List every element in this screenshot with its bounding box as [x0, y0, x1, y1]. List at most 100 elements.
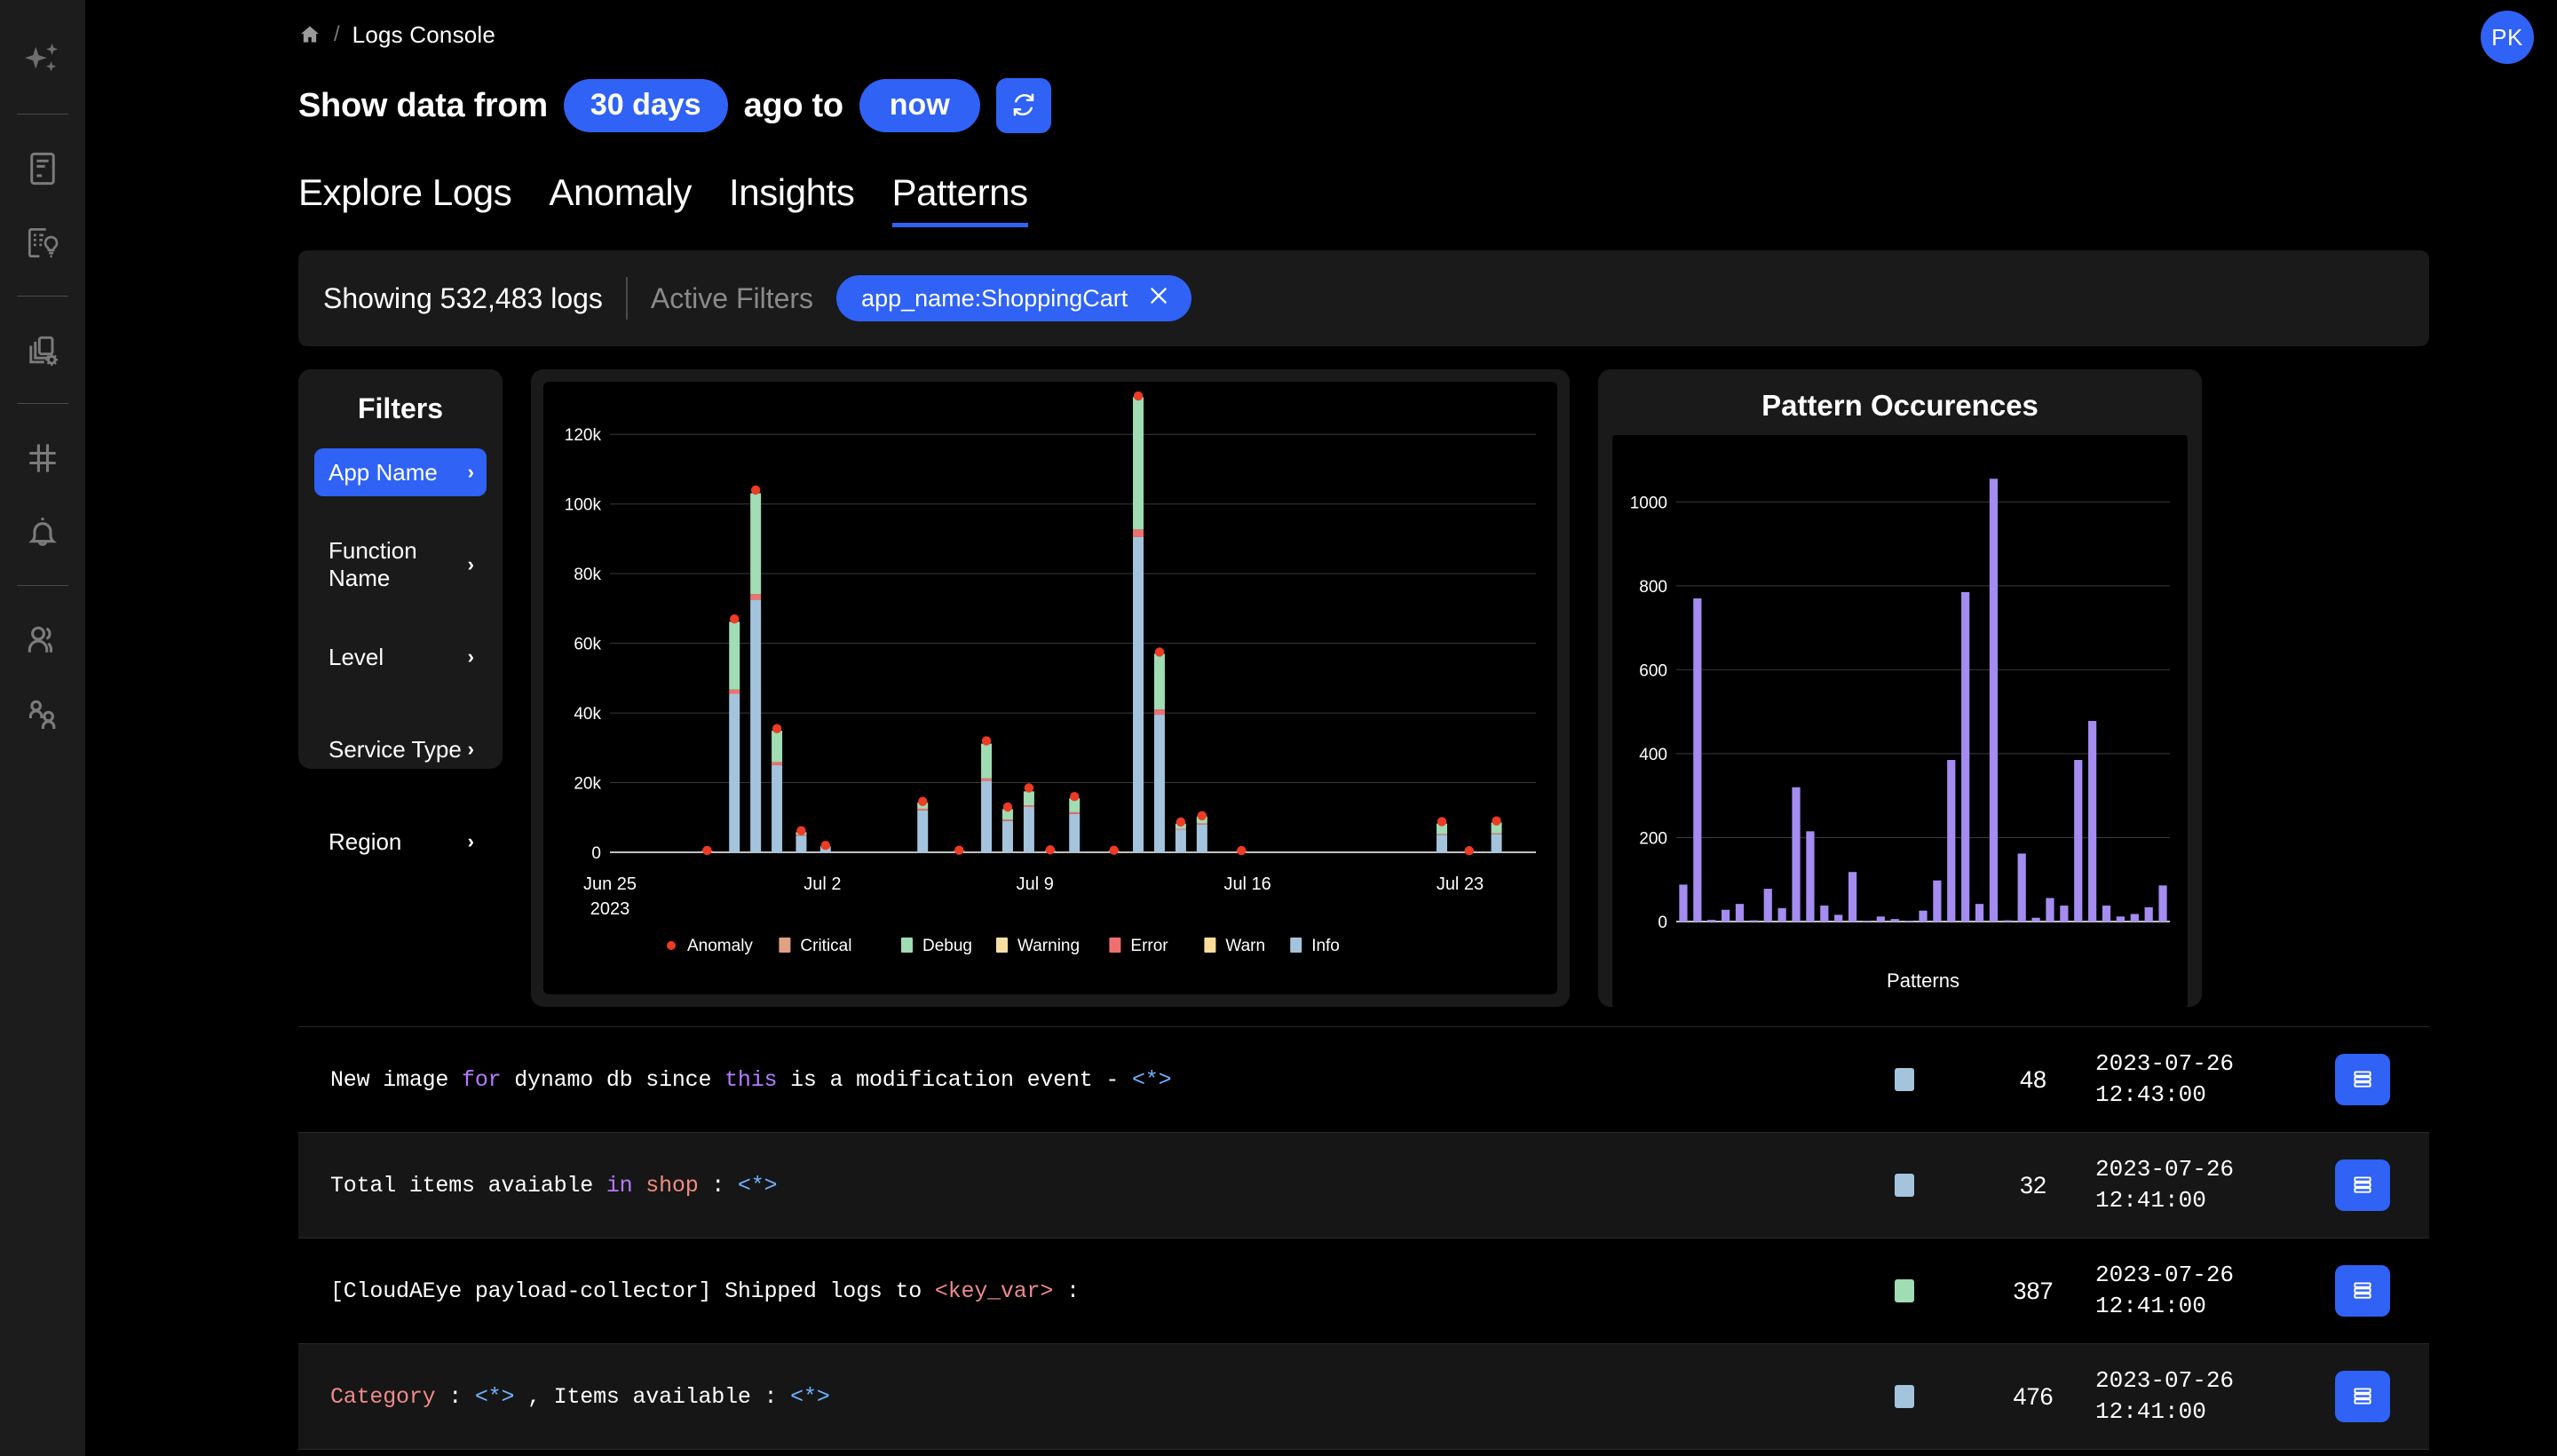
- filter-item-app-name[interactable]: App Name ›: [314, 448, 487, 496]
- sidebar-item-alerts[interactable]: [12, 502, 74, 564]
- log-date: 2023-07-26: [2095, 1155, 2235, 1183]
- log-message: Category : <*> , Items available : <*>: [330, 1384, 1838, 1410]
- chevron-right-icon: ›: [467, 645, 474, 668]
- tab-explore-logs[interactable]: Explore Logs: [298, 171, 512, 227]
- log-level-cell: [1838, 1279, 1971, 1302]
- pattern-occurences-card: Pattern Occurences 0 200 400 600 800 1000 Patt…: [1598, 369, 2202, 1008]
- list-icon: [2351, 1278, 2374, 1304]
- status-badge: [1895, 1174, 1914, 1197]
- home-icon[interactable]: [298, 23, 321, 46]
- filter-item-service-type[interactable]: Service Type ›: [314, 725, 487, 773]
- svg-text:Info: Info: [1311, 937, 1340, 955]
- log-level-cell: [1838, 1385, 1971, 1408]
- svg-text:1000: 1000: [1630, 494, 1667, 512]
- table-row[interactable]: Category : <*> , Items available : <*> 4…: [298, 1344, 2429, 1449]
- sidebar-item-metrics[interactable]: [12, 427, 74, 489]
- log-timestamp: 2023-07-26 12:41:00: [2095, 1365, 2300, 1428]
- row-detail-button[interactable]: [2335, 1371, 2390, 1422]
- svg-text:600: 600: [1639, 661, 1667, 680]
- time-range-middle-label: ago to: [743, 86, 843, 124]
- log-token: Category: [330, 1383, 436, 1410]
- filter-item-function-name[interactable]: Function Name ›: [314, 537, 487, 591]
- log-token: <*>: [474, 1383, 515, 1410]
- breadcrumb-separator: /: [334, 22, 340, 46]
- close-icon[interactable]: [1147, 284, 1170, 313]
- svg-text:2023: 2023: [590, 899, 630, 919]
- summary-divider: [625, 277, 628, 320]
- active-filter-chip[interactable]: app_name:ShoppingCart: [836, 275, 1192, 321]
- sidebar-item-insights[interactable]: [12, 212, 74, 274]
- bell-icon: [23, 513, 62, 552]
- log-token: <*>: [737, 1172, 778, 1199]
- table-row[interactable]: Total items avaiable in shop : <*> 32 20…: [298, 1133, 2429, 1238]
- time-range-to-button[interactable]: now: [859, 79, 980, 132]
- time-range-controls: Show data from 30 days ago to now: [85, 73, 2557, 138]
- sidebar-item-teams[interactable]: [12, 609, 74, 671]
- log-volume-chart[interactable]: 0 20k 40k 60k 80k 100k 120k Jun 25 2023 Jul 2 Jul …: [543, 382, 1557, 994]
- svg-text:0: 0: [1658, 914, 1667, 932]
- sidebar-item-resources[interactable]: [12, 320, 74, 382]
- sidebar-item-accounts[interactable]: [12, 684, 74, 746]
- svg-text:Error: Error: [1130, 937, 1168, 955]
- filters-panel: Filters App Name › Function Name › Level…: [298, 369, 503, 855]
- filter-item-label: Service Type: [329, 735, 462, 763]
- avatar[interactable]: PK: [2481, 11, 2534, 64]
- chevron-right-icon: ›: [467, 553, 474, 575]
- svg-text:0: 0: [591, 844, 601, 863]
- table-row[interactable]: [CloudAEye payload-collector] Shipped lo…: [298, 1238, 2429, 1343]
- table-row[interactable]: New image for dynamo db since this is a …: [298, 1027, 2429, 1132]
- log-count: 32: [2019, 1171, 2047, 1199]
- log-token: , Items available :: [514, 1383, 791, 1410]
- breadcrumb-current: Logs Console: [352, 20, 496, 48]
- svg-text:120k: 120k: [565, 426, 602, 445]
- tab-anomaly[interactable]: Anomaly: [549, 171, 692, 227]
- svg-text:400: 400: [1639, 746, 1667, 764]
- log-count: 48: [2019, 1065, 2047, 1093]
- filter-item-region[interactable]: Region ›: [314, 818, 487, 866]
- refresh-button[interactable]: [995, 78, 1051, 133]
- pattern-occurences-chart[interactable]: 0 200 400 600 800 1000 Patterns: [1612, 435, 2188, 1008]
- pattern-occurences-svg: 0 200 400 600 800 1000 Patterns: [1630, 479, 2170, 992]
- tab-patterns[interactable]: Patterns: [891, 171, 1028, 227]
- log-token: Total items avaiable: [330, 1172, 606, 1199]
- status-badge: [1895, 1385, 1914, 1408]
- log-token: <*>: [1132, 1066, 1172, 1093]
- status-badge: [1895, 1279, 1914, 1302]
- log-level-cell: [1838, 1174, 1971, 1197]
- filter-summary-bar: Showing 532,483 logs Active Filters app_…: [298, 250, 2429, 346]
- sidebar-divider-1: [17, 114, 68, 115]
- row-detail-button[interactable]: [2335, 1054, 2390, 1105]
- filter-item-label: Region: [329, 827, 402, 855]
- active-filter-chip-label: app_name:ShoppingCart: [861, 284, 1128, 312]
- svg-text:Anomaly: Anomaly: [687, 937, 753, 955]
- row-detail-button[interactable]: [2335, 1265, 2390, 1317]
- svg-text:20k: 20k: [574, 775, 601, 794]
- log-token: :: [1053, 1278, 1080, 1304]
- log-token: New image: [330, 1066, 463, 1093]
- svg-text:Jul 2: Jul 2: [804, 874, 841, 894]
- svg-text:100k: 100k: [565, 496, 602, 515]
- chevron-right-icon: ›: [467, 461, 474, 483]
- log-token: <*>: [790, 1383, 830, 1410]
- svg-text:Warning: Warning: [1017, 937, 1080, 955]
- tab-insights[interactable]: Insights: [729, 171, 855, 227]
- sidebar-item-ai-assistant[interactable]: [12, 30, 74, 92]
- sidebar-item-logs[interactable]: [12, 138, 74, 200]
- svg-text:Critical: Critical: [800, 937, 851, 955]
- log-token: <key_var>: [934, 1278, 1054, 1304]
- dashboard-row: Filters App Name › Function Name › Level…: [298, 369, 2557, 1008]
- log-volume-chart-card: 0 20k 40k 60k 80k 100k 120k Jun 25 2023 Jul 2 Jul …: [531, 369, 1570, 1007]
- log-token: is a modification event -: [777, 1066, 1132, 1093]
- svg-text:80k: 80k: [574, 566, 601, 584]
- time-range-from-button[interactable]: 30 days: [563, 79, 728, 132]
- filter-item-level[interactable]: Level ›: [314, 633, 487, 681]
- sidebar-divider-2: [17, 296, 68, 297]
- tab-bar: Explore Logs Anomaly Insights Patterns: [85, 158, 2557, 227]
- users-icon: [23, 621, 62, 660]
- log-token: shop: [645, 1172, 699, 1199]
- row-detail-button[interactable]: [2335, 1159, 2390, 1211]
- svg-text:Debug: Debug: [922, 937, 972, 955]
- app-sidebar: [0, 0, 85, 1456]
- log-time-value: 12:43:00: [2095, 1081, 2206, 1108]
- log-level-cell: [1838, 1068, 1971, 1091]
